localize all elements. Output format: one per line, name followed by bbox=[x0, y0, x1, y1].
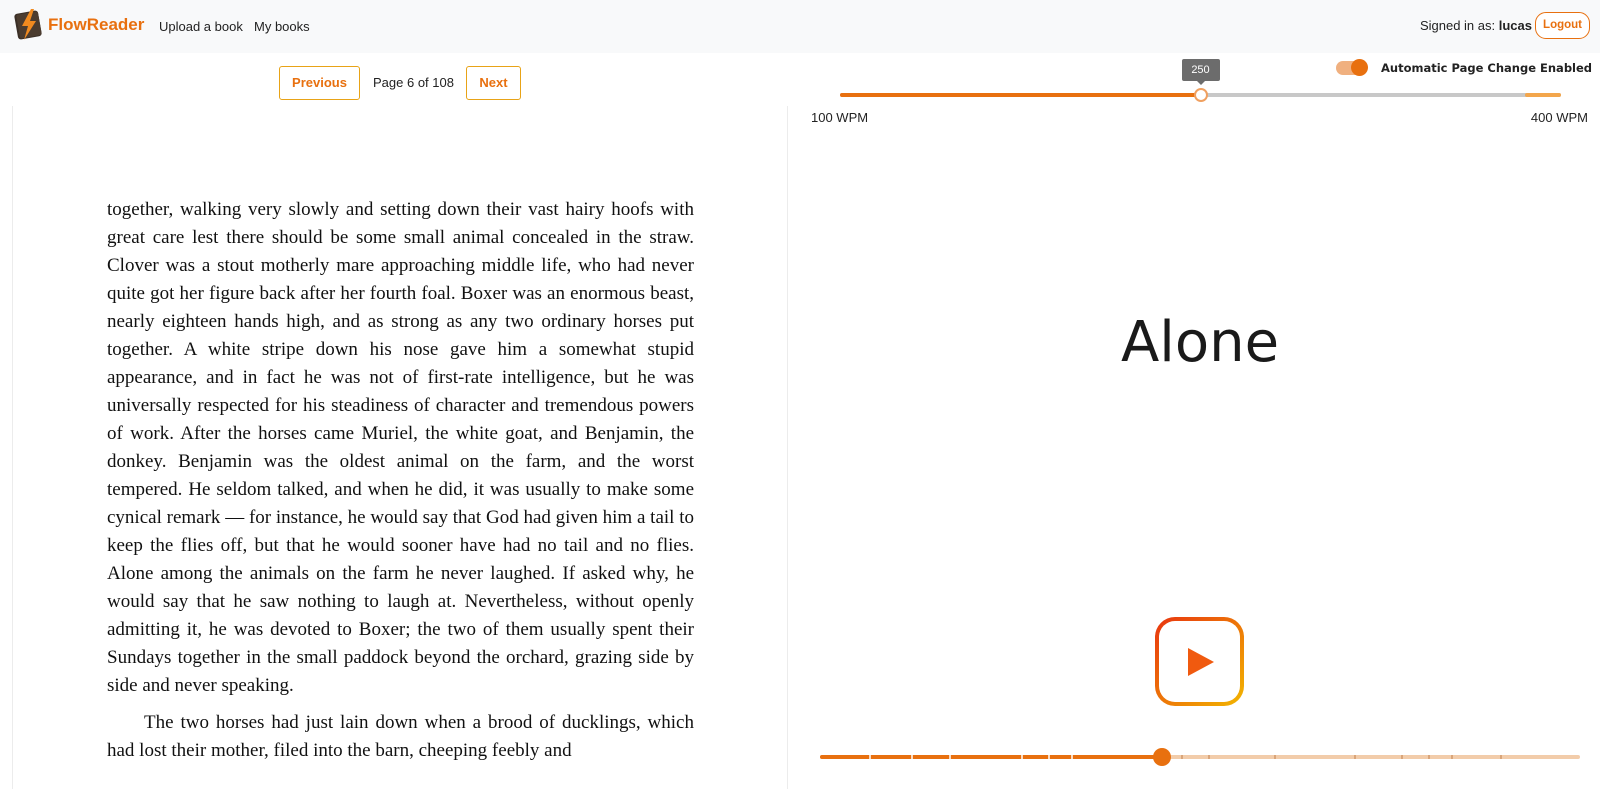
speed-slider-endcap bbox=[1525, 93, 1561, 97]
speed-slider[interactable] bbox=[840, 88, 1561, 102]
signed-in-status: Signed in as: lucas bbox=[1420, 18, 1532, 33]
toggle-knob bbox=[1351, 59, 1368, 76]
chapter-marker bbox=[1428, 755, 1430, 759]
chapter-marker bbox=[949, 755, 952, 759]
play-button-face bbox=[1159, 621, 1240, 702]
chapter-marker bbox=[1274, 755, 1277, 759]
username: lucas bbox=[1498, 18, 1532, 33]
speed-slider-fill bbox=[840, 93, 1201, 97]
progress-thumb[interactable] bbox=[1153, 748, 1171, 766]
speed-value-tooltip: 250 bbox=[1181, 59, 1220, 85]
reading-progress-slider[interactable] bbox=[820, 748, 1580, 766]
chapter-marker bbox=[911, 755, 914, 759]
navbar: FlowReader Upload a book My books Signed… bbox=[0, 0, 1600, 53]
auto-page-toggle[interactable] bbox=[1336, 59, 1368, 76]
auto-page-label: Automatic Page Change Enabled bbox=[1381, 61, 1593, 75]
play-icon bbox=[1187, 647, 1214, 676]
lightning-bolt-logo-icon bbox=[14, 9, 42, 40]
brand-name: FlowReader bbox=[48, 14, 145, 34]
chapter-marker bbox=[1401, 755, 1404, 759]
logout-button[interactable]: Logout bbox=[1535, 12, 1590, 39]
previous-page-button[interactable]: Previous bbox=[279, 66, 360, 100]
book-paragraph: The two horses had just lain down when a… bbox=[107, 712, 694, 761]
chapter-marker bbox=[1048, 755, 1050, 759]
speed-min-label: 100 WPM bbox=[811, 110, 869, 125]
speed-slider-thumb[interactable] bbox=[1193, 88, 1208, 102]
page-indicator: Page 6 of 108 bbox=[373, 75, 454, 90]
play-button[interactable] bbox=[1155, 617, 1244, 706]
chapter-marker bbox=[1181, 755, 1183, 759]
book-paragraph: together, walking very slowly and settin… bbox=[107, 199, 694, 696]
nav-upload-link[interactable]: Upload a book bbox=[159, 19, 243, 34]
chapter-marker bbox=[1500, 755, 1503, 759]
next-page-button[interactable]: Next bbox=[466, 66, 521, 100]
signed-in-label: Signed in as: bbox=[1419, 18, 1496, 33]
book-text: together, walking very slowly and settin… bbox=[107, 196, 694, 774]
chapter-marker bbox=[1021, 755, 1024, 759]
chapter-marker bbox=[1070, 755, 1073, 759]
chapter-marker bbox=[1207, 755, 1210, 759]
brand[interactable]: FlowReader bbox=[14, 8, 144, 41]
current-word-display: Alone bbox=[1120, 310, 1280, 375]
book-text-pane[interactable]: together, walking very slowly and settin… bbox=[12, 106, 788, 789]
chapter-marker bbox=[869, 755, 872, 759]
speed-max-label: 400 WPM bbox=[1530, 110, 1588, 125]
chapter-marker bbox=[1450, 755, 1453, 759]
chapter-marker bbox=[1354, 755, 1357, 759]
nav-my-books-link[interactable]: My books bbox=[254, 19, 310, 34]
